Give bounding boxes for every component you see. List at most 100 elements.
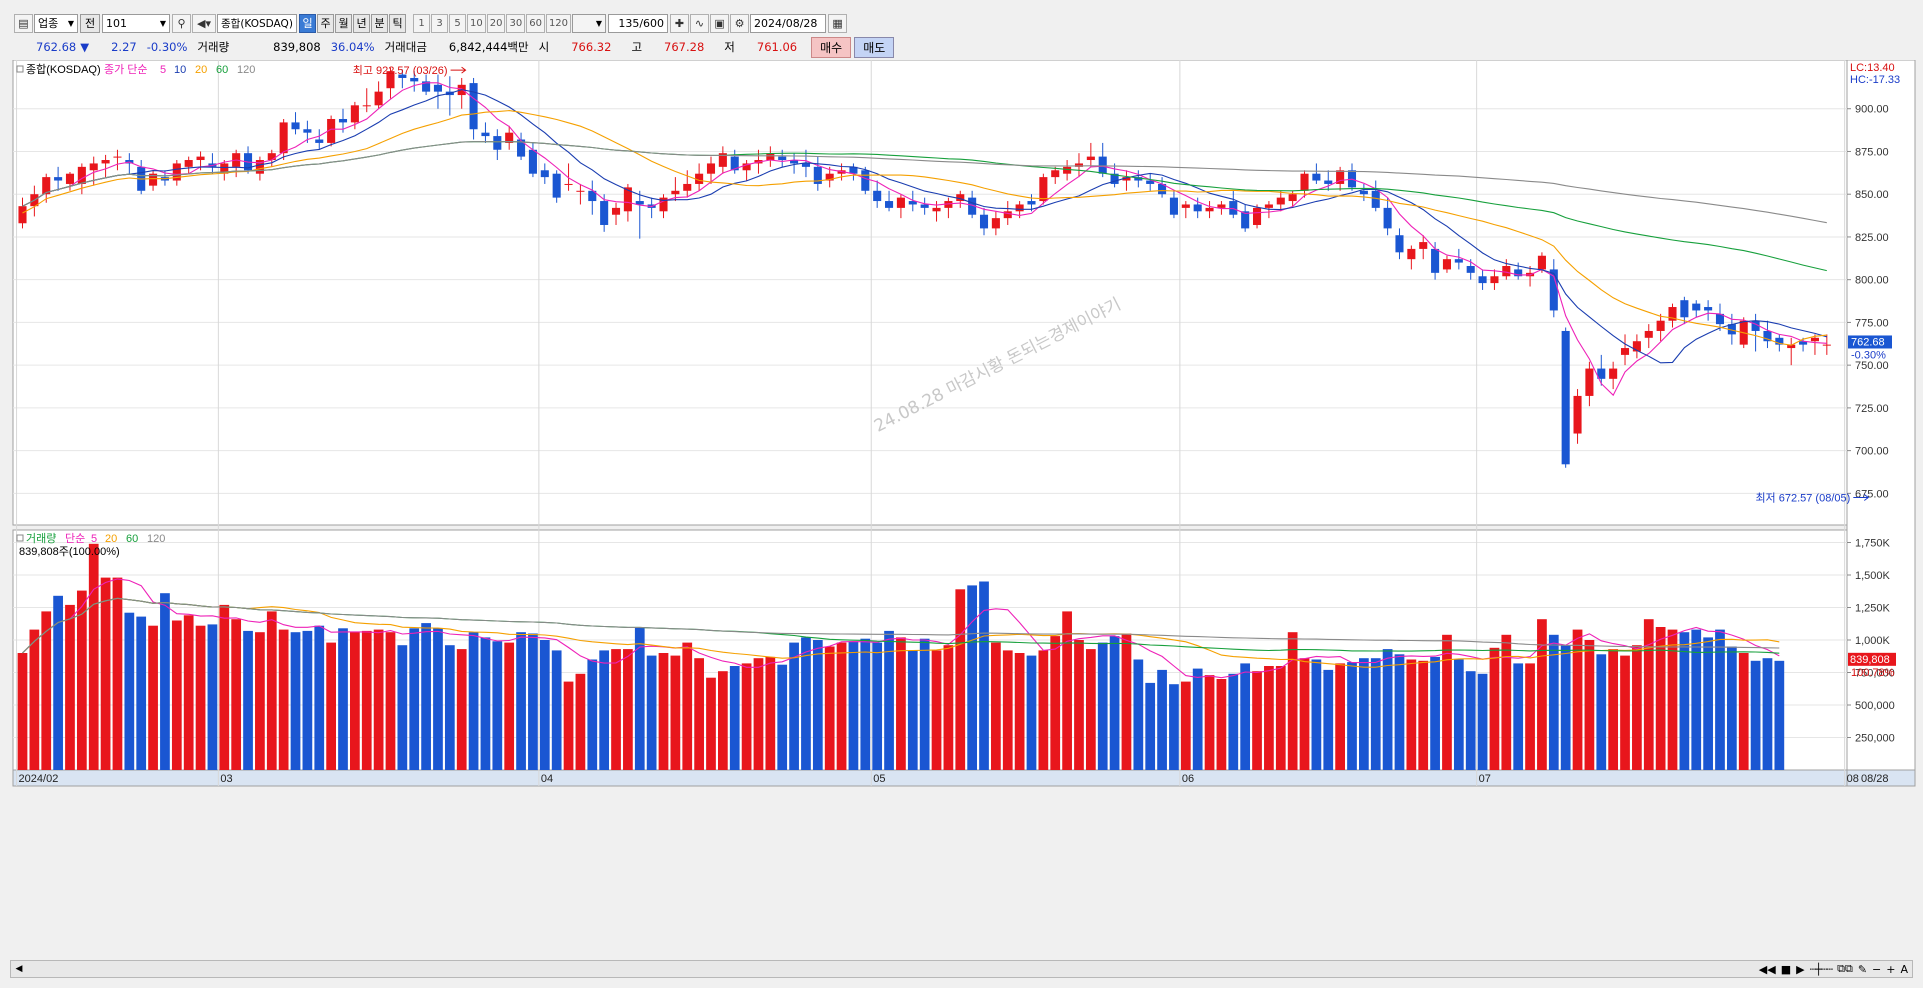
volume-bar: [1145, 682, 1156, 770]
candle-body: [671, 190, 680, 195]
volume-legend-label: 단순: [65, 532, 85, 545]
calendar-icon[interactable]: ▦: [828, 13, 848, 33]
interval-button-20[interactable]: 20: [486, 13, 506, 33]
interval-button-1[interactable]: 1: [413, 13, 430, 33]
volume-bar: [777, 664, 788, 770]
volume-legend-title: 거래량: [26, 532, 56, 545]
candle-body: [1442, 259, 1451, 270]
volume-bar: [350, 632, 360, 770]
sound-icon[interactable]: ◀▾: [192, 13, 216, 33]
tab-period-5[interactable]: 틱: [389, 13, 406, 33]
month-label: 06: [1182, 773, 1194, 785]
draw-icon[interactable]: ✎: [1858, 963, 1867, 976]
sell-button[interactable]: 매도: [854, 36, 895, 58]
volume-bar: [943, 645, 954, 770]
volume-bar: [1715, 629, 1725, 770]
interval-button-60[interactable]: 60: [526, 13, 545, 33]
candle-body: [1822, 344, 1831, 346]
price-legend-item: 10: [174, 64, 186, 76]
month-label: 08: [1847, 773, 1859, 785]
interval-button-5[interactable]: 5: [449, 13, 466, 33]
candle-body: [932, 207, 941, 212]
name-field: 종합(KOSDAQ): [217, 13, 297, 33]
count-field[interactable]: 135/600: [608, 13, 669, 33]
market-value: 업종: [38, 17, 59, 30]
stop-icon[interactable]: ■: [1781, 963, 1791, 976]
candle-body: [1051, 170, 1060, 178]
chevron-down-icon: ▼: [67, 18, 74, 28]
tab-period-0[interactable]: 일: [299, 13, 316, 33]
volume-bar: [706, 677, 716, 770]
candle-body: [1181, 204, 1190, 208]
tab-period-4[interactable]: 분: [371, 13, 388, 33]
interval-button-10[interactable]: 10: [467, 13, 486, 33]
volume-bar: [563, 681, 574, 770]
trend-icon[interactable]: ∿: [690, 13, 710, 33]
volume-bar: [848, 641, 859, 770]
volume-bar: [753, 658, 764, 770]
candle-body: [54, 177, 63, 181]
layout-icon[interactable]: ▤: [14, 13, 33, 33]
volume-bar: [1002, 650, 1013, 770]
candle-body: [576, 190, 585, 192]
volume-bar: [266, 611, 277, 770]
candle-body: [362, 105, 371, 107]
price-tick-label: 800.00: [1855, 275, 1889, 287]
scroll-left-icon[interactable]: ◀: [11, 961, 27, 977]
interval-button-120[interactable]: 120: [545, 13, 572, 33]
volume-bar: [658, 653, 669, 770]
tab-period-3[interactable]: 년: [353, 13, 370, 33]
open-label: 시: [538, 40, 550, 54]
date-field[interactable]: 2024/08/28: [750, 13, 827, 33]
candle-body: [1288, 194, 1297, 202]
tab-period-1[interactable]: 주: [317, 13, 334, 33]
chart-scrollbar[interactable]: ◀ ◀◀ ■ ▶ ┄┼┄┄ ⧉⧉ ✎ − + A: [10, 960, 1913, 978]
candle-body: [1395, 235, 1404, 253]
code-input[interactable]: 101 ▼: [102, 13, 170, 33]
price-tick-label: 875.00: [1855, 146, 1889, 158]
candle-body: [1027, 201, 1036, 205]
text-size-icon[interactable]: A: [1900, 963, 1908, 976]
price-tick-label: 850.00: [1855, 189, 1889, 201]
interval-button-30[interactable]: 30: [506, 13, 526, 33]
volume-bar: [468, 632, 479, 770]
price-legend-label: 종가 단순: [104, 63, 148, 76]
interval-custom[interactable]: ▼: [572, 13, 607, 33]
candle-body: [196, 156, 205, 161]
kind-select[interactable]: 전: [80, 13, 100, 33]
search-icon[interactable]: ⚲: [172, 13, 191, 33]
candle-body: [1573, 395, 1582, 434]
volume-bar: [729, 666, 740, 770]
play-icon[interactable]: ▶: [1796, 963, 1804, 976]
volume-bar: [88, 543, 99, 770]
volume-bar: [836, 642, 847, 770]
volume-bar: [148, 625, 158, 770]
volume-bar: [611, 649, 621, 770]
price-legend-item: 5: [160, 64, 166, 76]
down-arrow-icon: ▼: [80, 40, 90, 54]
zoom-in-icon[interactable]: +: [1886, 963, 1895, 976]
market-select[interactable]: 업종 ▼: [34, 13, 78, 33]
candle-body: [920, 204, 929, 208]
volume-bar: [1382, 649, 1393, 770]
gear-icon[interactable]: ⚙: [730, 13, 750, 33]
zoom-out-icon[interactable]: −: [1872, 963, 1881, 976]
tab-period-2[interactable]: 월: [335, 13, 352, 33]
volume-bar: [290, 632, 301, 770]
candle-body: [1537, 255, 1546, 270]
volume-bar: [634, 627, 645, 770]
buy-button[interactable]: 매수: [811, 36, 852, 58]
candle-body: [1407, 248, 1416, 260]
save-icon[interactable]: ▣: [710, 13, 730, 33]
zoom-slider[interactable]: ┄┼┄┄: [1810, 963, 1833, 976]
candle-body: [1383, 207, 1392, 229]
volume-bar: [183, 615, 194, 770]
current-volume-pct: 100.78%: [1851, 667, 1895, 679]
volume-bar: [1750, 660, 1761, 770]
interval-button-3[interactable]: 3: [431, 13, 448, 33]
candle-body: [885, 201, 894, 208]
volume-bar: [1204, 675, 1215, 770]
rewind-icon[interactable]: ◀◀: [1759, 963, 1776, 976]
add-indicator-icon[interactable]: ✚: [670, 13, 690, 33]
tools-icon[interactable]: ⧉⧉: [1837, 962, 1853, 976]
